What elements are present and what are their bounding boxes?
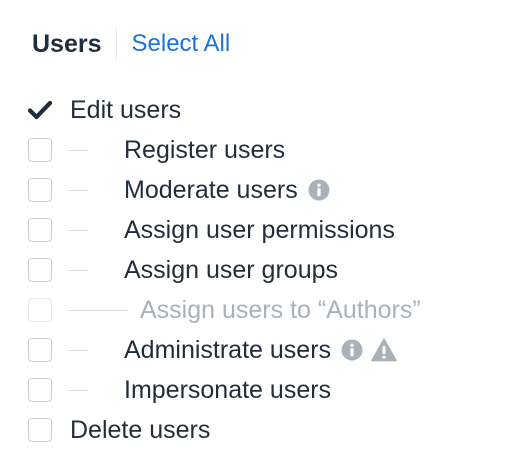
tree-connector	[68, 269, 88, 271]
permission-label: Administrate users	[124, 335, 332, 364]
permission-row: Assign users to “Authors”	[28, 290, 421, 330]
permission-label: Delete users	[70, 415, 211, 444]
info-icon[interactable]	[308, 179, 330, 201]
permission-list: Edit users Register users Moderate users…	[27, 90, 421, 450]
permission-checkbox[interactable]	[28, 338, 52, 362]
permission-row[interactable]: Register users	[28, 130, 421, 170]
select-all-link[interactable]: Select All	[132, 30, 231, 58]
permission-row[interactable]: Delete users	[28, 410, 421, 450]
group-title: Users	[32, 29, 102, 58]
warning-icon[interactable]	[371, 338, 397, 362]
permission-row[interactable]: Impersonate users	[28, 370, 421, 410]
permission-checkbox	[28, 298, 52, 322]
permission-label: Moderate users	[124, 175, 298, 204]
tree-connector	[68, 229, 88, 231]
permission-checkbox[interactable]	[28, 218, 52, 242]
permission-row[interactable]: Administrate users	[28, 330, 421, 370]
permission-label: Edit users	[70, 95, 182, 124]
permission-row[interactable]: Assign user permissions	[28, 210, 421, 250]
permission-group-header: Users Select All	[32, 22, 230, 66]
header-divider	[115, 29, 117, 59]
permission-label: Assign user permissions	[124, 215, 395, 244]
permission-checkbox[interactable]	[27, 98, 53, 122]
permission-checkbox[interactable]	[28, 178, 52, 202]
permission-label: Assign user groups	[124, 255, 339, 284]
permission-checkbox[interactable]	[28, 418, 52, 442]
permission-row[interactable]: Edit users	[27, 90, 421, 130]
permission-row[interactable]: Assign user groups	[28, 250, 421, 290]
permission-label: Register users	[124, 135, 286, 164]
tree-connector	[68, 189, 88, 191]
info-icon[interactable]	[341, 339, 363, 361]
permission-label: Assign users to “Authors”	[140, 295, 421, 324]
permission-checkbox[interactable]	[28, 378, 52, 402]
permission-label: Impersonate users	[124, 375, 332, 404]
permission-checkbox[interactable]	[28, 138, 52, 162]
permission-row[interactable]: Moderate users	[28, 170, 421, 210]
tree-connector	[68, 349, 88, 351]
tree-connector	[68, 389, 88, 391]
tree-connector	[68, 149, 88, 151]
checkmark-icon	[27, 99, 53, 121]
permission-checkbox[interactable]	[28, 258, 52, 282]
tree-connector	[68, 309, 128, 311]
